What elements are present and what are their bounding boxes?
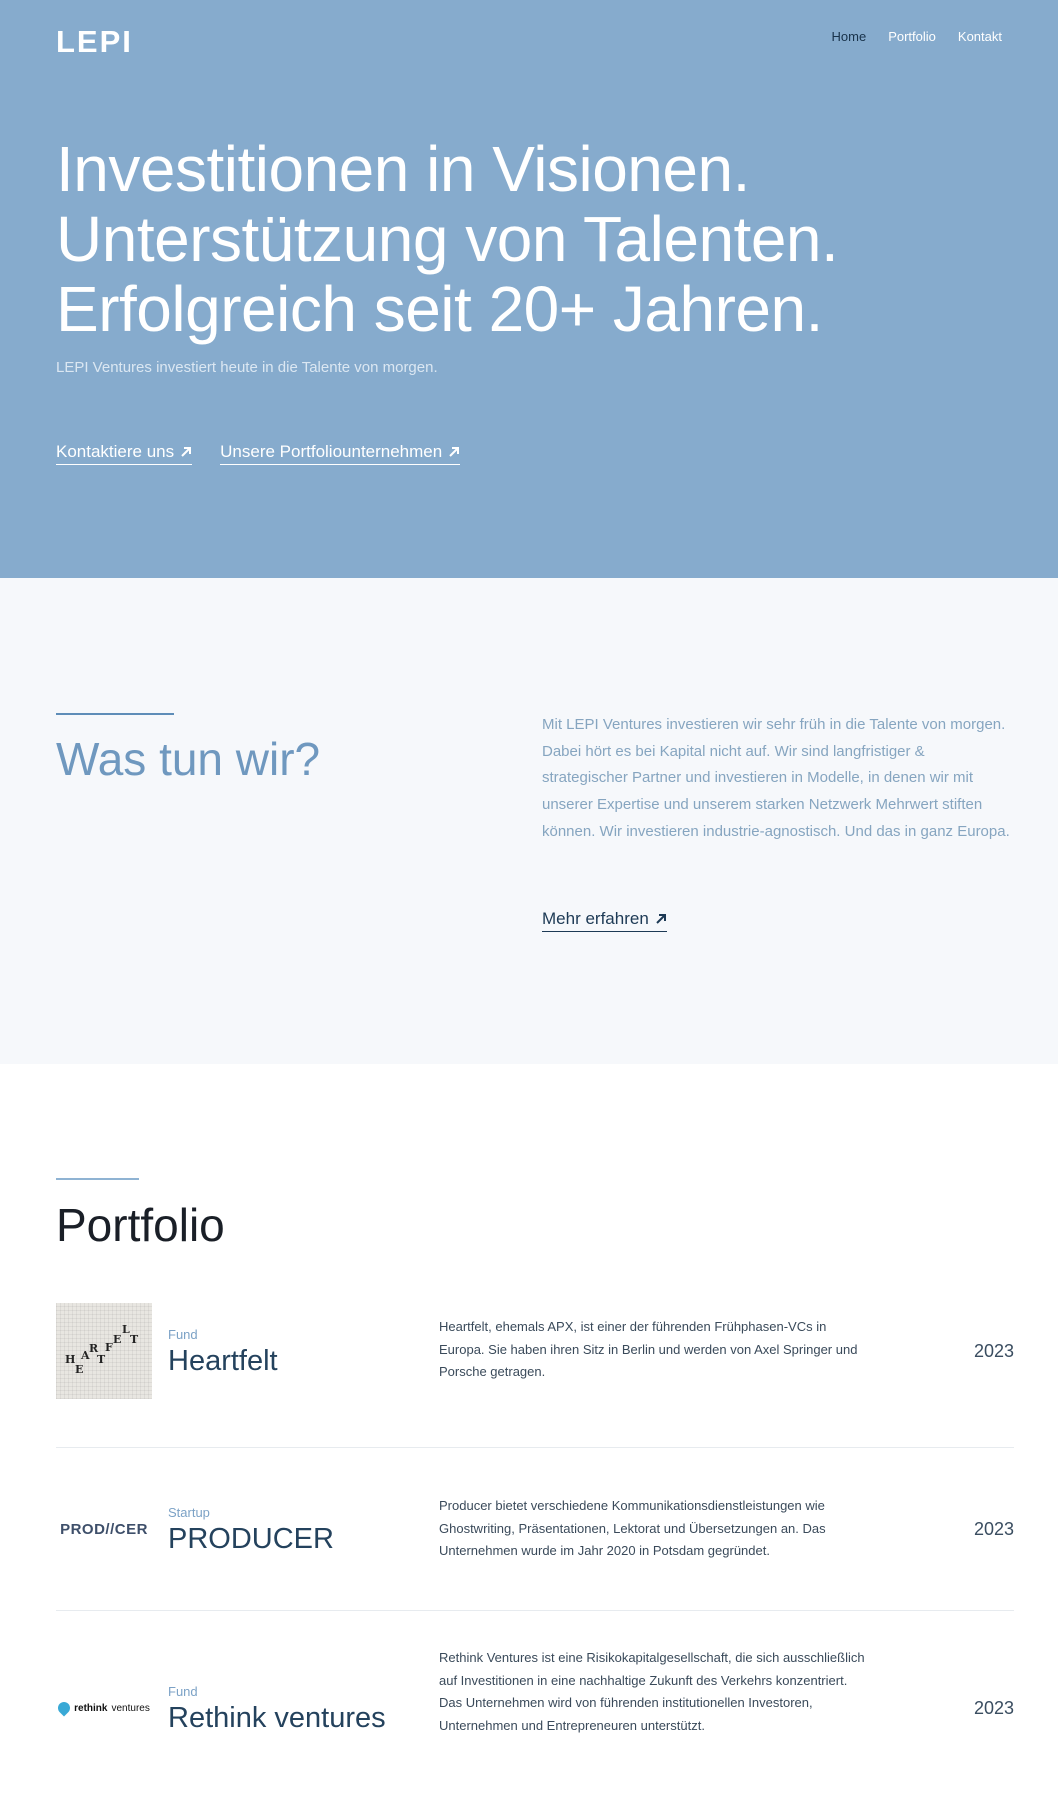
portfolio-description: Producer bietet verschiedene Kommunikati… [439, 1498, 826, 1559]
portfolio-year: 2023 [973, 1698, 1014, 1718]
arrow-up-right-icon [181, 447, 192, 457]
hero-line-1: Investitionen in Visionen. [56, 133, 750, 205]
portfolio-type: Fund [168, 1684, 198, 1699]
portfolio-year: 2023 [973, 1341, 1014, 1361]
section-rule [56, 1178, 139, 1180]
portfolio-type: Fund [168, 1327, 198, 1342]
row-divider [56, 1610, 1014, 1611]
what-we-do-title: Was tun wir? [56, 733, 321, 785]
portfolio-name[interactable]: Heartfelt [168, 1345, 278, 1378]
section-rule [56, 713, 174, 715]
hero-links: Kontaktiere uns Unsere Portfoliounterneh… [56, 442, 461, 465]
contact-link[interactable]: Kontaktiere uns [56, 442, 193, 465]
learn-more-link[interactable]: Mehr erfahren [542, 909, 667, 932]
what-we-do-section: Was tun wir? Mit LEPI Ventures investier… [0, 578, 1058, 1064]
arrow-up-right-icon [449, 447, 460, 457]
rethink-logo: rethink ventures [55, 1660, 152, 1756]
hero-subtitle: LEPI Ventures investiert heute in die Ta… [56, 359, 438, 376]
row-divider [56, 1447, 1014, 1448]
portfolio-name[interactable]: PRODUCER [168, 1523, 334, 1556]
portfolio-row-heartfelt[interactable]: H E A R T F E L T Fund Heartfelt Heartfe… [56, 1303, 1014, 1399]
contact-link-label: Kontaktiere uns [56, 442, 175, 461]
what-we-do-text: Mit LEPI Ventures investieren wir sehr f… [542, 716, 1010, 840]
portfolio-description: Heartfelt, ehemals APX, ist einer der fü… [439, 1319, 858, 1380]
learn-more-label: Mehr erfahren [542, 909, 649, 928]
producer-logo-text: PROD//CER [60, 1520, 148, 1538]
producer-logo: PROD//CER [56, 1481, 152, 1577]
portfolio-companies-link[interactable]: Unsere Portfoliounternehmen [220, 442, 461, 465]
portfolio-name[interactable]: Rethink ventures [168, 1702, 386, 1735]
hero-line-2: Unterstützung von Talenten. [56, 203, 839, 275]
nav-kontakt[interactable]: Kontakt [958, 29, 1002, 44]
portfolio-type: Startup [168, 1505, 210, 1520]
portfolio-year: 2023 [973, 1519, 1014, 1539]
nav-portfolio[interactable]: Portfolio [888, 29, 936, 44]
portfolio-row-rethink[interactable]: rethink ventures Fund Rethink ventures R… [55, 1650, 1014, 1756]
hero-line-3: Erfolgreich seit 20+ Jahren. [56, 273, 823, 345]
main-nav: Home Portfolio Kontakt [832, 29, 1002, 44]
lepi-logo[interactable]: LEPI [56, 24, 133, 60]
hero-headline: Investitionen in Visionen. Unterstützung… [56, 134, 996, 344]
portfolio-description: Rethink Ventures ist eine Risikokapitalg… [439, 1650, 865, 1734]
portfolio-title: Portfolio [56, 1199, 225, 1251]
rethink-logo-wordmark: rethink ventures [55, 1699, 150, 1717]
arrow-up-right-icon [656, 914, 666, 924]
heartfelt-logo-letters: H E A R T F E L T [65, 1323, 139, 1376]
heartfelt-logo: H E A R T F E L T [56, 1303, 152, 1399]
portfolio-companies-link-label: Unsere Portfoliounternehmen [220, 442, 443, 461]
portfolio-row-producer[interactable]: PROD//CER Startup PRODUCER Producer biet… [56, 1481, 1014, 1577]
portfolio-section: Portfolio H E A R T F E L T Fund Heartfe… [0, 1064, 1058, 1800]
hero-section: LEPI Home Portfolio Kontakt Investitione… [0, 0, 1058, 578]
nav-home[interactable]: Home [832, 29, 867, 44]
drop-icon [55, 1699, 73, 1717]
